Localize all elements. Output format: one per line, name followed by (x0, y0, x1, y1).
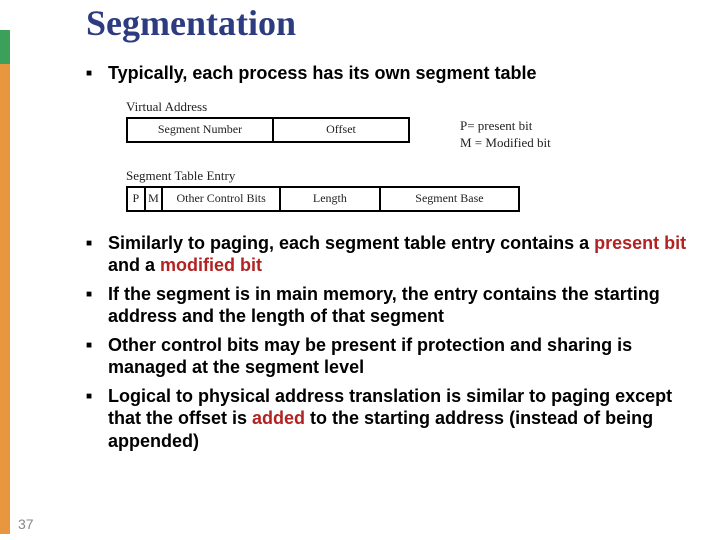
legend-p: P= present bit (460, 117, 551, 135)
bullet-1: ■ Similarly to paging, each segment tabl… (86, 232, 696, 277)
slide-number: 37 (18, 516, 34, 532)
keyword-added: added (252, 408, 305, 428)
keyword-present-bit: present bit (594, 233, 686, 253)
bullet-icon: ■ (86, 385, 108, 402)
bullet-3: ■ Other control bits may be present if p… (86, 334, 696, 379)
bullet-icon: ■ (86, 283, 108, 300)
entry-label: Segment Table Entry (126, 168, 596, 184)
bullet-icon: ■ (86, 334, 108, 351)
entry-p-cell: P (128, 188, 146, 210)
bullet-icon: ■ (86, 62, 108, 79)
bullet-top: ■ Typically, each process has its own se… (86, 62, 696, 85)
bullet-4: ■ Logical to physical address translatio… (86, 385, 696, 453)
segment-entry-box: P M Other Control Bits Length Segment Ba… (126, 186, 520, 212)
segnum-cell: Segment Number (128, 119, 274, 141)
entry-ctrl-cell: Other Control Bits (163, 188, 281, 210)
bullet-text: Similarly to paging, each segment table … (108, 232, 696, 277)
offset-cell: Offset (274, 119, 408, 141)
slide: Segmentation ■ Typically, each process h… (0, 0, 720, 540)
bullet-icon: ■ (86, 232, 108, 249)
edge-accent-green (0, 30, 10, 64)
bullet-text: If the segment is in main memory, the en… (108, 283, 696, 328)
entry-base-cell: Segment Base (381, 188, 518, 210)
bullet-2: ■ If the segment is in main memory, the … (86, 283, 696, 328)
virtual-address-row: Segment Number Offset P= present bit M =… (126, 117, 596, 152)
legend-m: M = Modified bit (460, 134, 551, 152)
bits-legend: P= present bit M = Modified bit (460, 117, 551, 152)
segmentation-diagram: Virtual Address Segment Number Offset P=… (126, 99, 596, 212)
slide-content: ■ Typically, each process has its own se… (86, 62, 696, 458)
bullet-text: Other control bits may be present if pro… (108, 334, 696, 379)
keyword-modified-bit: modified bit (160, 255, 262, 275)
entry-m-cell: M (146, 188, 164, 210)
bullet-text: Logical to physical address translation … (108, 385, 696, 453)
entry-len-cell: Length (281, 188, 381, 210)
edge-accent-orange (0, 64, 10, 534)
virtual-address-label: Virtual Address (126, 99, 596, 115)
slide-title: Segmentation (86, 2, 296, 44)
bullet-text: Typically, each process has its own segm… (108, 62, 536, 85)
virtual-address-box: Segment Number Offset (126, 117, 410, 143)
